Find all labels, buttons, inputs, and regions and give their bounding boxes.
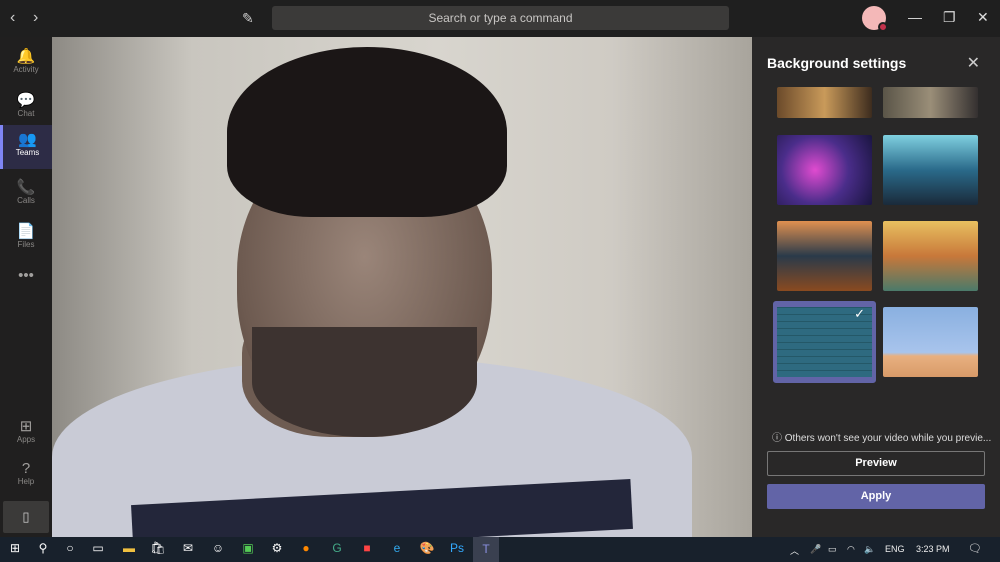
- teams-taskbar-icon[interactable]: T: [473, 537, 499, 562]
- preview-info: ⓘ Others won't see your video while you …: [772, 429, 991, 444]
- office-icon[interactable]: ■: [356, 541, 378, 555]
- avatar[interactable]: [862, 6, 888, 32]
- notifications-icon[interactable]: 🗨: [968, 542, 982, 555]
- chrome-icon[interactable]: G: [326, 541, 348, 555]
- rail-chat[interactable]: 💬 Chat: [0, 86, 52, 128]
- compose-icon[interactable]: ✎: [242, 10, 254, 27]
- rail-more[interactable]: •••: [0, 262, 52, 304]
- tray-chevron-icon[interactable]: ︿: [790, 544, 799, 557]
- panel-title: Background settings: [767, 55, 907, 71]
- apps-icon: ⊞: [19, 418, 33, 435]
- chat-icon: 💬: [16, 92, 36, 109]
- clock[interactable]: 3:23 PM: [916, 544, 950, 554]
- close-window-button[interactable]: ✕: [977, 9, 989, 26]
- bell-icon: 🔔: [16, 48, 36, 65]
- rail-teams[interactable]: 👥 Teams: [0, 125, 52, 169]
- store-icon[interactable]: 🛍: [147, 541, 169, 555]
- paint-icon[interactable]: 🎨: [416, 541, 438, 555]
- checkmark-icon: ✓: [854, 306, 865, 321]
- background-thumbnail[interactable]: [883, 221, 978, 291]
- rail-files[interactable]: 📄 Files: [0, 217, 52, 259]
- search-icon[interactable]: ⚲: [32, 541, 54, 555]
- rail-label: Apps: [16, 435, 36, 444]
- phone-icon: 📞: [16, 179, 36, 196]
- app-icon[interactable]: ☺: [207, 541, 229, 555]
- mail-icon[interactable]: ✉: [177, 541, 199, 555]
- task-view-icon[interactable]: ▭: [87, 541, 109, 555]
- background-thumbnail[interactable]: [883, 87, 978, 118]
- file-explorer-icon[interactable]: ▬: [118, 541, 140, 555]
- background-thumbnail[interactable]: [883, 135, 978, 205]
- device-button[interactable]: ▯: [3, 501, 49, 533]
- rail-activity[interactable]: 🔔 Activity: [0, 42, 52, 84]
- minimize-button[interactable]: —: [908, 9, 922, 25]
- rail-label: Teams: [15, 148, 40, 157]
- help-icon: ?: [21, 460, 31, 477]
- photoshop-icon[interactable]: Ps: [446, 541, 468, 555]
- search-input[interactable]: Search or type a command: [272, 6, 729, 30]
- info-text: Others won't see your video while you pr…: [784, 433, 992, 444]
- windows-taskbar: ⊞ ⚲ ○ ▭ ▬ 🛍 ✉ ☺ ▣ ⚙ ● G ■ e 🎨 Ps T ︿ 🎤 ▭…: [0, 537, 1000, 562]
- background-thumbnail[interactable]: [777, 221, 872, 291]
- rail-label: Calls: [17, 196, 35, 205]
- background-thumbnail[interactable]: [777, 135, 872, 205]
- more-icon: •••: [18, 267, 34, 284]
- video-preview: [52, 37, 752, 537]
- info-icon: ⓘ: [772, 433, 785, 444]
- close-panel-icon[interactable]: ✕: [967, 53, 980, 73]
- edge-icon[interactable]: e: [386, 541, 408, 555]
- start-icon[interactable]: ⊞: [4, 541, 26, 555]
- person-hair: [227, 47, 507, 217]
- camtasia-icon[interactable]: ▣: [237, 541, 259, 555]
- microphone-icon[interactable]: 🎤: [810, 544, 821, 555]
- apply-button[interactable]: Apply: [767, 484, 985, 509]
- rail-label: Activity: [13, 65, 39, 74]
- settings-icon[interactable]: ⚙: [266, 541, 288, 555]
- background-thumbnail[interactable]: [883, 307, 978, 377]
- forward-button[interactable]: ›: [33, 9, 38, 27]
- selected-background[interactable]: ✓: [773, 301, 876, 383]
- wifi-icon[interactable]: ◠: [847, 544, 855, 555]
- file-icon: 📄: [16, 223, 36, 240]
- volume-icon[interactable]: 🔈: [864, 544, 875, 555]
- rail-label: Files: [17, 240, 35, 249]
- background-thumbnail[interactable]: [777, 87, 872, 118]
- title-bar: ‹ › ✎ Search or type a command — ❐ ✕: [0, 0, 1000, 37]
- preview-button[interactable]: Preview: [767, 451, 985, 476]
- maximize-button[interactable]: ❐: [943, 9, 956, 26]
- rail-apps[interactable]: ⊞ Apps: [0, 412, 52, 454]
- battery-icon[interactable]: ▭: [828, 544, 837, 555]
- status-busy-icon: [878, 22, 888, 32]
- teams-icon: 👥: [18, 131, 37, 148]
- rail-label: Help: [17, 477, 35, 486]
- rail-help[interactable]: ? Help: [0, 455, 52, 497]
- rail-calls[interactable]: 📞 Calls: [0, 173, 52, 215]
- rail-label: Chat: [17, 109, 35, 118]
- cortana-icon[interactable]: ○: [59, 541, 81, 555]
- app-rail: 🔔 Activity 💬 Chat 👥 Teams 📞 Calls 📄 Files •••…: [0, 37, 52, 537]
- background-settings-panel: Background settings ✕ ✓ ⓘ Others won't s…: [752, 37, 1000, 537]
- back-button[interactable]: ‹: [10, 9, 15, 27]
- person-beard: [252, 327, 477, 437]
- firefox-icon[interactable]: ●: [295, 541, 317, 555]
- language-indicator[interactable]: ENG: [885, 544, 905, 554]
